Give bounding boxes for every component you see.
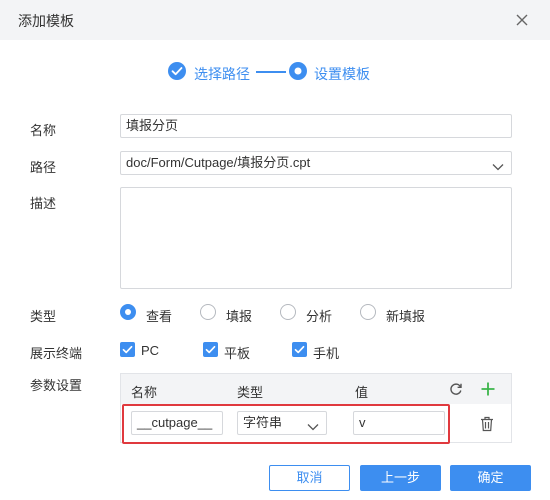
- step-1-label: 选择路径: [194, 66, 250, 82]
- radio-fill[interactable]: [200, 304, 216, 320]
- radio-analyze[interactable]: [280, 304, 296, 320]
- path-label: 路径: [30, 160, 57, 175]
- radio-fill-label: 填报: [226, 309, 253, 324]
- radio-new-fill-label: 新填报: [386, 309, 426, 324]
- radio-new-fill[interactable]: [360, 304, 376, 320]
- chevron-down-icon: [492, 159, 504, 171]
- step-connector: [256, 71, 286, 73]
- step-indicator: 选择路径 设置模板: [0, 62, 550, 82]
- path-select[interactable]: doc/Form/Cutpage/填报分页.cpt: [120, 151, 512, 175]
- checkbox-tablet[interactable]: [203, 342, 218, 357]
- refresh-icon[interactable]: [449, 382, 463, 399]
- param-header-value: 值: [355, 385, 369, 400]
- close-icon[interactable]: [512, 10, 532, 30]
- params-table-header: 名称 类型 值: [121, 374, 511, 404]
- checkbox-pc-label: PC: [141, 343, 160, 358]
- radio-analyze-label: 分析: [306, 309, 333, 324]
- param-header-type: 类型: [237, 385, 264, 400]
- path-value: doc/Form/Cutpage/填报分页.cpt: [120, 151, 512, 175]
- checkbox-phone-label: 手机: [313, 346, 340, 361]
- params-label: 参数设置: [30, 378, 83, 393]
- dialog-title: 添加模板: [18, 13, 74, 29]
- step-2-label: 设置模板: [314, 66, 370, 82]
- current-step-icon: [289, 62, 307, 80]
- description-textarea[interactable]: [120, 187, 512, 289]
- trash-icon[interactable]: [480, 416, 494, 435]
- radio-view[interactable]: [120, 304, 136, 320]
- param-row-highlight: [122, 404, 450, 444]
- name-label: 名称: [30, 123, 57, 138]
- check-icon: [168, 62, 186, 80]
- checkbox-pc[interactable]: [120, 342, 135, 357]
- plus-icon[interactable]: [480, 381, 496, 400]
- previous-step-button[interactable]: 上一步: [360, 465, 441, 491]
- name-field[interactable]: 填报分页: [120, 114, 512, 138]
- description-label: 描述: [30, 196, 57, 211]
- cancel-button[interactable]: 取消: [269, 465, 350, 491]
- radio-view-label: 查看: [146, 309, 173, 324]
- confirm-button[interactable]: 确定: [450, 465, 531, 491]
- checkbox-tablet-label: 平板: [224, 346, 251, 361]
- terminal-label: 展示终端: [30, 346, 83, 361]
- type-label: 类型: [30, 309, 57, 324]
- dialog-titlebar: 添加模板: [0, 0, 550, 40]
- checkbox-phone[interactable]: [292, 342, 307, 357]
- param-header-name: 名称: [131, 385, 158, 400]
